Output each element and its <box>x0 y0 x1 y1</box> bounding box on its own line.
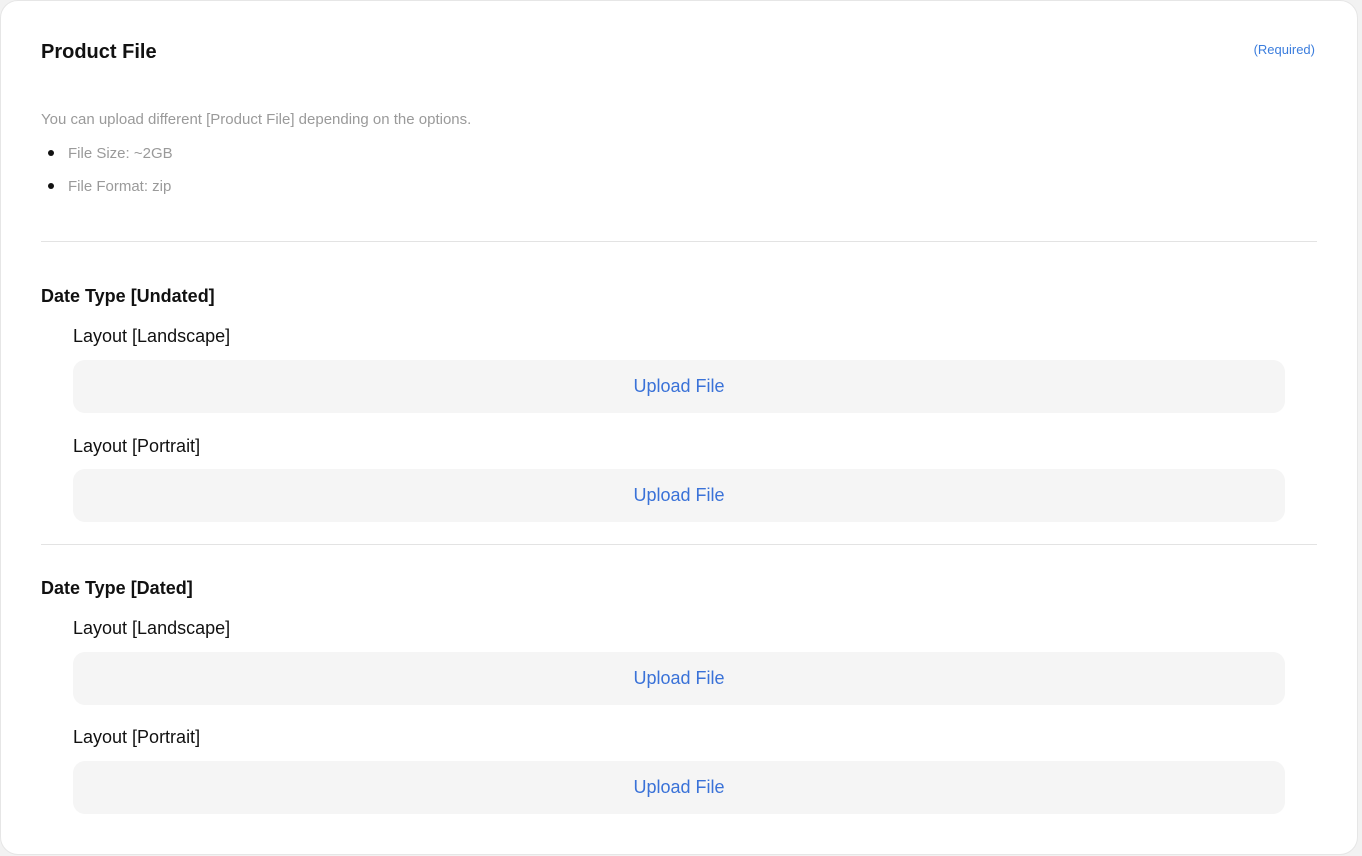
bullet-icon <box>48 183 54 189</box>
file-size-text: File Size: ~2GB <box>68 145 173 162</box>
file-format-text: File Format: zip <box>68 178 172 195</box>
divider <box>41 241 1317 242</box>
upload-file-button[interactable]: Upload File <box>73 761 1285 814</box>
list-item: File Size: ~2GB <box>41 144 173 177</box>
layout-label-portrait: Layout [Portrait] <box>73 727 201 747</box>
upload-file-button[interactable]: Upload File <box>73 469 1285 522</box>
upload-file-button[interactable]: Upload File <box>73 360 1285 413</box>
upload-description: You can upload different [Product File] … <box>41 111 472 128</box>
upload-file-button[interactable]: Upload File <box>73 652 1285 705</box>
section-title-undated: Date Type [Undated] <box>41 286 215 306</box>
list-item: File Format: zip <box>41 177 173 210</box>
section-title-dated: Date Type [Dated] <box>41 578 193 598</box>
layout-label-portrait: Layout [Portrait] <box>73 436 201 456</box>
divider <box>41 544 1317 545</box>
file-requirements-list: File Size: ~2GB File Format: zip <box>41 144 173 210</box>
page-title: Product File <box>41 41 157 63</box>
layout-label-landscape: Layout [Landscape] <box>73 618 231 638</box>
bullet-icon <box>48 150 54 156</box>
required-badge: (Required) <box>1253 42 1315 57</box>
layout-label-landscape: Layout [Landscape] <box>73 326 231 346</box>
product-file-card: Product File (Required) You can upload d… <box>0 0 1358 855</box>
